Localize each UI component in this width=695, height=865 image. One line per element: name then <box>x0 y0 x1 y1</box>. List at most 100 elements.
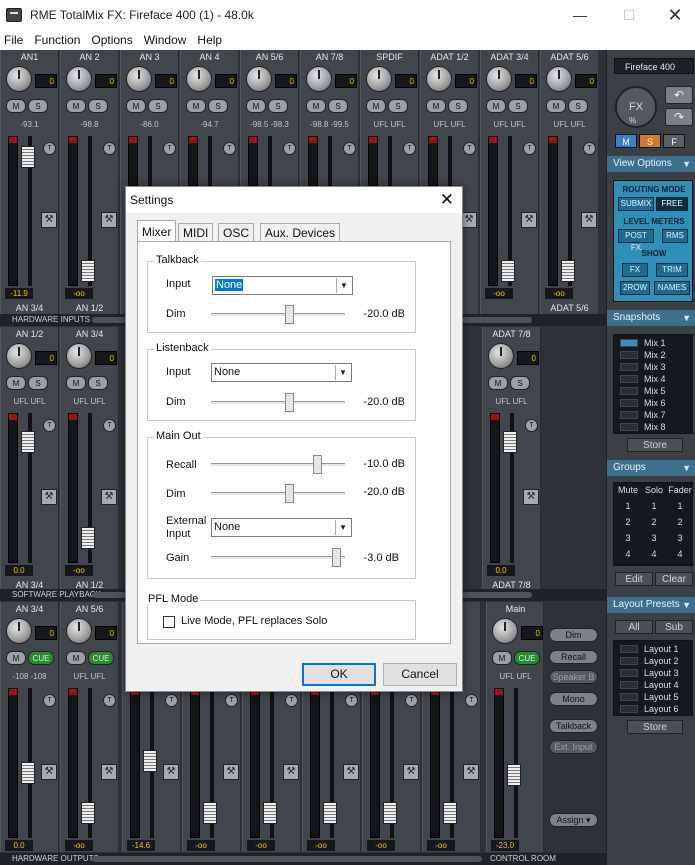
rms-button[interactable]: RMS <box>662 229 688 243</box>
mute-button[interactable]: M <box>546 99 566 113</box>
talkback-button[interactable]: Talkback <box>549 719 598 733</box>
menu-function[interactable]: Function <box>30 33 87 47</box>
tab-mixer[interactable]: Mixer <box>137 220 177 242</box>
redo-icon[interactable]: ↷ <box>665 108 693 126</box>
mute-button[interactable]: M <box>492 651 512 665</box>
fader-handle[interactable] <box>81 802 95 824</box>
main-dim-slider[interactable] <box>211 492 345 496</box>
gain-knob[interactable] <box>66 618 92 644</box>
gain-knob[interactable] <box>66 343 92 369</box>
wrench-icon[interactable]: ⚒ <box>523 489 539 505</box>
fader-handle[interactable] <box>263 802 277 824</box>
fader-handle[interactable] <box>443 802 457 824</box>
device-select[interactable]: Fireface 400 <box>614 58 694 74</box>
solo-button[interactable]: S <box>208 99 228 113</box>
group-slot[interactable]: 2 <box>642 517 666 527</box>
trim-icon[interactable]: T <box>285 694 298 707</box>
gain-slider-thumb[interactable] <box>331 548 341 567</box>
wrench-icon[interactable]: ⚒ <box>41 764 57 780</box>
mono-button[interactable]: Mono <box>549 692 598 706</box>
gain-knob[interactable] <box>6 343 32 369</box>
speaker-b-button[interactable]: Speaker B <box>549 670 598 684</box>
wrench-icon[interactable]: ⚒ <box>521 212 537 228</box>
fader-handle[interactable] <box>323 802 337 824</box>
solo-master-button[interactable]: S <box>639 134 661 148</box>
group-slot[interactable]: 3 <box>668 533 692 543</box>
talkback-dim-slider-thumb[interactable] <box>284 305 294 324</box>
layout-item[interactable]: Layout 4 <box>620 679 690 691</box>
mute-button[interactable]: M <box>66 651 86 665</box>
snapshot-item[interactable]: Mix 8 <box>620 421 690 433</box>
fader-handle[interactable] <box>81 527 95 549</box>
mute-button[interactable]: M <box>426 99 446 113</box>
recall-slider[interactable] <box>211 463 345 467</box>
trim-icon[interactable]: T <box>43 142 56 155</box>
trim-icon[interactable]: T <box>525 419 538 432</box>
mute-button[interactable]: M <box>366 99 386 113</box>
menu-file[interactable]: File <box>0 33 30 47</box>
group-slot[interactable]: 3 <box>642 533 666 543</box>
mute-button[interactable]: M <box>126 99 146 113</box>
wrench-icon[interactable]: ⚒ <box>581 212 597 228</box>
layout-item[interactable]: Layout 6 <box>620 703 690 715</box>
mute-button[interactable]: M <box>246 99 266 113</box>
snapshot-item[interactable]: Mix 2 <box>620 349 690 361</box>
talkback-input-select[interactable]: None ▼ <box>212 276 353 295</box>
ext-input-button[interactable]: Ext. Input <box>549 740 598 754</box>
names-button[interactable]: NAMES <box>654 281 690 295</box>
group-slot[interactable]: 1 <box>642 501 666 511</box>
trim-icon[interactable]: T <box>583 142 596 155</box>
undo-icon[interactable]: ↶ <box>665 86 693 104</box>
groups-edit-button[interactable]: Edit <box>615 572 653 586</box>
trim-button[interactable]: TRIM <box>656 263 688 277</box>
wrench-icon[interactable]: ⚒ <box>101 764 117 780</box>
solo-button[interactable]: S <box>510 376 530 390</box>
group-slot[interactable]: 1 <box>616 501 640 511</box>
show-fx-button[interactable]: FX <box>622 263 648 277</box>
ok-button[interactable]: OK <box>302 663 376 686</box>
layout-item[interactable]: Layout 2 <box>620 655 690 667</box>
mute-button[interactable]: M <box>6 651 26 665</box>
layout-presets-header[interactable]: Layout Presets ▼ <box>607 597 695 613</box>
mute-button[interactable]: M <box>66 376 86 390</box>
menu-help[interactable]: Help <box>193 33 229 47</box>
recall-button[interactable]: Recall <box>549 650 598 664</box>
menu-window[interactable]: Window <box>140 33 194 47</box>
solo-button[interactable]: S <box>268 99 288 113</box>
solo-button[interactable]: S <box>88 376 108 390</box>
gain-knob[interactable] <box>306 66 332 92</box>
trim-icon[interactable]: T <box>165 694 178 707</box>
group-slot[interactable]: 4 <box>642 549 666 559</box>
group-slot[interactable]: 2 <box>668 517 692 527</box>
menu-options[interactable]: Options <box>87 33 139 47</box>
gain-knob[interactable] <box>66 66 92 92</box>
group-slot[interactable]: 2 <box>616 517 640 527</box>
solo-button[interactable]: S <box>28 376 48 390</box>
external-input-select[interactable]: None ▼ <box>211 518 352 537</box>
wrench-icon[interactable]: ⚒ <box>41 212 57 228</box>
cue-button[interactable]: CUE <box>514 651 540 665</box>
mute-master-button[interactable]: M <box>615 134 637 148</box>
gain-knob[interactable] <box>186 66 212 92</box>
trim-icon[interactable]: T <box>103 142 116 155</box>
trim-icon[interactable]: T <box>103 694 116 707</box>
mute-button[interactable]: M <box>186 99 206 113</box>
snapshot-item[interactable]: Mix 1 <box>620 337 690 349</box>
trim-icon[interactable]: T <box>403 142 416 155</box>
fader-handle[interactable] <box>81 260 95 282</box>
listenback-dim-slider-thumb[interactable] <box>284 393 294 412</box>
fader-handle[interactable] <box>203 802 217 824</box>
solo-button[interactable]: S <box>88 99 108 113</box>
fader-handle[interactable] <box>503 431 517 453</box>
group-slot[interactable]: 1 <box>668 501 692 511</box>
free-button[interactable]: FREE <box>656 197 688 211</box>
mute-button[interactable]: M <box>6 99 26 113</box>
fader-handle[interactable] <box>561 260 575 282</box>
fader-handle[interactable] <box>507 764 521 786</box>
fader-handle[interactable] <box>21 762 35 784</box>
trim-icon[interactable]: T <box>405 694 418 707</box>
gain-knob[interactable] <box>426 66 452 92</box>
solo-button[interactable]: S <box>568 99 588 113</box>
gain-knob[interactable] <box>246 66 272 92</box>
gain-knob[interactable] <box>126 66 152 92</box>
